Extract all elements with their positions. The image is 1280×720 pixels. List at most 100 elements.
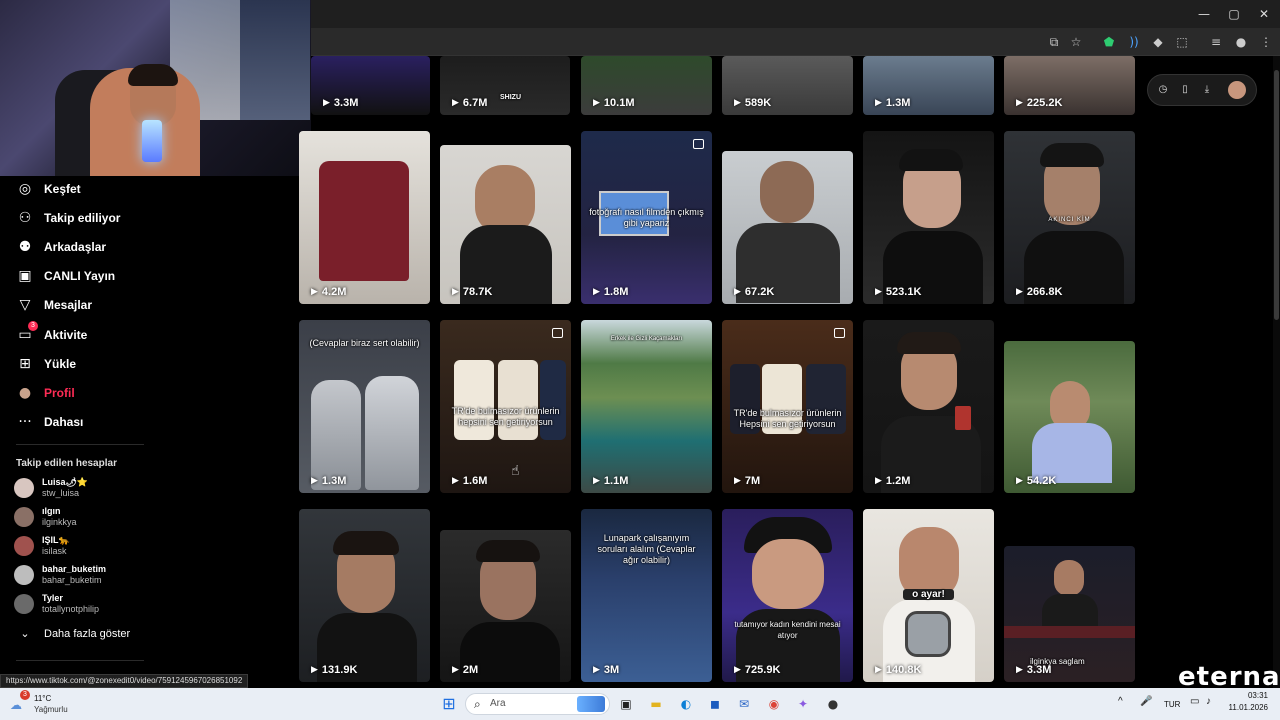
nav-activity[interactable]: ▭ 3 Aktivite: [16, 321, 88, 345]
messages-icon: ▽: [19, 297, 31, 313]
video-tile[interactable]: tutamıyor kadın kendini mesai atıyor ▶ 72…: [722, 509, 853, 682]
weather-temp: 11°C: [34, 694, 52, 703]
view-count: ▶ 67.2K: [734, 286, 775, 298]
video-tile[interactable]: SHIZU ▶ 6.7M: [440, 56, 570, 115]
play-icon: ▶: [1016, 98, 1023, 108]
shield-extension-icon[interactable]: ⬟: [1101, 34, 1117, 50]
nav-following[interactable]: ⚇ Takip ediliyor: [16, 208, 121, 228]
windows-start-icon[interactable]: ⊞: [440, 695, 458, 713]
video-tile[interactable]: ▶ 78.7K: [440, 145, 571, 304]
video-tile[interactable]: ▶ 2M: [440, 530, 571, 682]
view-count: ▶ 140.8K: [875, 664, 922, 676]
video-caption: SHIZU: [500, 94, 521, 101]
following-account[interactable]: Luisa🌶⭐ stw_luisa: [14, 475, 88, 501]
video-tile[interactable]: ▶ 589K: [722, 56, 853, 115]
nav-live[interactable]: ▣ CANLI Yayın: [16, 266, 115, 286]
view-count: ▶ 4.2M: [311, 286, 347, 298]
following-account[interactable]: Tyler totallynotphilip: [14, 591, 99, 617]
nav-messages[interactable]: ▽ Mesajlar: [16, 295, 92, 315]
video-tile[interactable]: AKINCI KİM ▶ 266.8K: [1004, 131, 1135, 304]
reading-list-icon[interactable]: ≡: [1208, 34, 1224, 50]
profile-icon[interactable]: ●: [1233, 34, 1249, 50]
video-tile[interactable]: ▶ 523.1K: [863, 131, 994, 304]
video-tile[interactable]: ▶ 4.2M: [299, 131, 430, 304]
audio-extension-icon[interactable]: )): [1126, 34, 1142, 50]
chevron-up-icon[interactable]: ^: [1118, 696, 1123, 707]
video-tile[interactable]: ▶ 67.2K: [722, 151, 853, 304]
download-icon[interactable]: ⤓: [1200, 83, 1214, 97]
video-tile[interactable]: ▶ 3.3M: [311, 56, 430, 115]
view-count: ▶ 54.2K: [1016, 475, 1057, 487]
nav-upload[interactable]: ⊞ Yükle: [16, 354, 76, 374]
menu-dots-icon[interactable]: ⋮: [1258, 34, 1274, 50]
cast-icon[interactable]: ⧉: [1046, 34, 1062, 50]
following-account[interactable]: ılgın ilginkkya: [14, 504, 77, 530]
clock-time[interactable]: 03:31: [1226, 691, 1268, 700]
chrome-icon[interactable]: ◉: [765, 695, 783, 713]
restore-icon[interactable]: ▢: [1226, 6, 1242, 22]
outlook-icon[interactable]: ✉: [735, 695, 753, 713]
video-tile[interactable]: ▶ 1.3M: [863, 56, 994, 115]
extension-icon[interactable]: ◆: [1150, 34, 1166, 50]
mobile-icon[interactable]: ▯: [1178, 83, 1192, 97]
video-tile[interactable]: ▶ 1.2M: [863, 320, 994, 493]
view-count: ▶ 523.1K: [875, 286, 922, 298]
minimize-icon[interactable]: —: [1196, 6, 1212, 22]
copilot-icon[interactable]: ✦: [794, 695, 812, 713]
file-explorer-icon[interactable]: ▬: [647, 695, 665, 713]
weather-desc: Yağmurlu: [34, 705, 68, 714]
video-tile[interactable]: Lunapark çalışanıyım soruları alalım (Ce…: [581, 509, 712, 682]
network-icon[interactable]: ▭: [1190, 696, 1199, 707]
volume-icon[interactable]: ♪: [1206, 696, 1211, 707]
scrollbar-thumb[interactable]: [1274, 70, 1279, 320]
video-tile[interactable]: ▶ 54.2K: [1004, 341, 1135, 493]
view-count: ▶ 266.8K: [1016, 286, 1063, 298]
video-tile[interactable]: (Cevaplar biraz sert olabilir) ▶ 1.3M: [299, 320, 430, 493]
nav-label: Aktivite: [44, 328, 88, 342]
view-count: ▶ 1.6M: [452, 475, 488, 487]
nav-friends[interactable]: ⚉ Arkadaşlar: [16, 237, 106, 257]
view-count: ▶ 6.7M: [452, 97, 488, 109]
video-tile[interactable]: ▶ 225.2K: [1004, 56, 1135, 115]
video-tile[interactable]: TR'de bulmasızor ürünlerin Hepsini sen g…: [722, 320, 853, 493]
taskbar-search[interactable]: ⌕ Ara: [465, 693, 610, 715]
nav-explore[interactable]: ◎ Keşfet: [16, 179, 81, 199]
store-icon[interactable]: ◼: [706, 695, 724, 713]
task-view-icon[interactable]: ▣: [617, 695, 635, 713]
friends-icon: ⚉: [18, 239, 32, 255]
nav-profile[interactable]: ● Profil: [16, 383, 75, 403]
close-icon[interactable]: ✕: [1256, 6, 1272, 22]
edge-icon[interactable]: ◐: [677, 695, 695, 713]
play-icon: ▶: [593, 665, 600, 675]
video-tile[interactable]: o ayar! ▶ 140.8K: [863, 509, 994, 682]
video-tile[interactable]: TR'de bulmasızor ürünlerin hepsini sen g…: [440, 320, 571, 493]
nav-more[interactable]: ··· Dahası: [16, 412, 83, 432]
nav-label: Keşfet: [44, 182, 81, 196]
language-indicator[interactable]: TUR: [1164, 700, 1180, 709]
app-icon[interactable]: ●: [824, 695, 842, 713]
view-count: ▶ 1.3M: [311, 475, 347, 487]
video-caption: AKINCI KİM: [1048, 217, 1091, 223]
speed-icon[interactable]: ◷: [1156, 83, 1170, 97]
bookmark-star-icon[interactable]: ☆: [1068, 34, 1084, 50]
video-tile[interactable]: ilginkya saglam ▶ 3.3M: [1004, 546, 1135, 682]
play-icon: ▶: [452, 287, 459, 297]
profile-avatar[interactable]: [1228, 81, 1246, 99]
clock-date[interactable]: 11.01.2026: [1226, 703, 1268, 712]
video-tile[interactable]: ▶ 131.9K: [299, 509, 430, 682]
view-count: ▶ 1.3M: [875, 97, 911, 109]
puzzle-icon[interactable]: ⬚: [1174, 34, 1190, 50]
video-tile[interactable]: ▶ 10.1M: [581, 56, 712, 115]
view-count: ▶ 3.3M: [1016, 664, 1052, 676]
play-icon: ▶: [593, 98, 600, 108]
webcam-overlay: [0, 0, 311, 176]
show-more-accounts[interactable]: ⌄ Daha fazla göster: [16, 624, 130, 644]
following-account[interactable]: bahar_buketim bahar_buketim: [14, 562, 106, 588]
video-tile[interactable]: Erkek ile Gizli Kaçamakları ▶ 1.1M: [581, 320, 712, 493]
view-count: ▶ 78.7K: [452, 286, 493, 298]
video-tile[interactable]: fotoğrafı nasıl filmden çıkmış gibi yapa…: [581, 131, 712, 304]
account-name: Tyler: [42, 593, 63, 603]
following-account[interactable]: IŞIL🐆 isilask: [14, 533, 70, 559]
microphone-icon[interactable]: 🎤: [1140, 696, 1152, 707]
more-icon: ···: [18, 414, 32, 430]
